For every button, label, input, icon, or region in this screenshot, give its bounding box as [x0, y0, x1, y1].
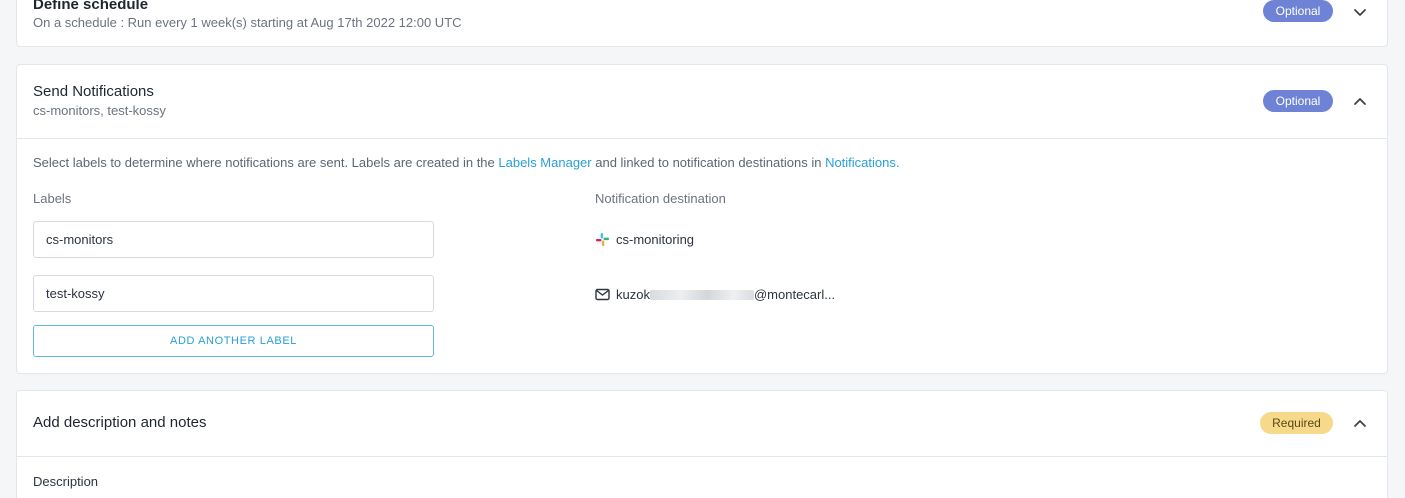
send-notifications-title: Send Notifications [33, 83, 154, 100]
slack-icon [595, 232, 610, 247]
destination-name: cs-monitoring [616, 232, 695, 247]
labels-column-header: Labels [33, 191, 72, 206]
define-schedule-card: Define schedule On a schedule : Run ever… [16, 0, 1388, 47]
mail-icon [595, 288, 610, 301]
define-schedule-title: Define schedule [33, 0, 149, 13]
notifications-help-text: Select labels to determine where notific… [33, 155, 899, 170]
monitor-config-page: Define schedule On a schedule : Run ever… [0, 0, 1405, 498]
optional-badge: Optional [1263, 90, 1333, 112]
send-notifications-card: Send Notifications cs-monitors, test-kos… [16, 64, 1388, 374]
send-notifications-summary: cs-monitors, test-kossy [33, 103, 166, 118]
help-text-middle: and linked to notification destinations … [591, 155, 826, 170]
destination-column-header: Notification destination [595, 191, 726, 206]
redacted-text [649, 289, 754, 300]
optional-badge: Optional [1263, 0, 1333, 22]
notifications-link[interactable]: Notifications. [825, 155, 899, 170]
add-another-label-button[interactable]: ADD ANOTHER LABEL [33, 325, 434, 357]
section-divider [17, 456, 1387, 457]
chevron-down-icon[interactable] [1349, 1, 1371, 23]
description-card: Add description and notes Required Descr… [16, 390, 1388, 498]
notification-destination: kuzok @montecarl... [595, 287, 835, 302]
chevron-up-icon[interactable] [1349, 413, 1371, 435]
chevron-up-icon[interactable] [1349, 91, 1371, 113]
section-divider [17, 138, 1387, 139]
define-schedule-header[interactable]: Define schedule On a schedule : Run ever… [17, 0, 1387, 48]
send-notifications-header[interactable]: Send Notifications cs-monitors, test-kos… [17, 65, 1387, 138]
email-suffix: @montecarl... [753, 287, 836, 302]
description-header[interactable]: Add description and notes Required [17, 391, 1387, 456]
define-schedule-summary: On a schedule : Run every 1 week(s) star… [33, 15, 462, 30]
email-prefix: kuzok [616, 287, 650, 302]
destination-email: kuzok @montecarl... [616, 287, 835, 302]
notification-destination: cs-monitoring [595, 232, 694, 247]
help-text-prefix: Select labels to determine where notific… [33, 155, 499, 170]
label-input[interactable]: cs-monitors [33, 221, 434, 258]
required-badge: Required [1260, 412, 1333, 434]
description-title: Add description and notes [33, 414, 207, 431]
labels-manager-link[interactable]: Labels Manager [498, 155, 591, 170]
label-input[interactable]: test-kossy [33, 275, 434, 312]
description-field-label: Description [33, 474, 99, 489]
